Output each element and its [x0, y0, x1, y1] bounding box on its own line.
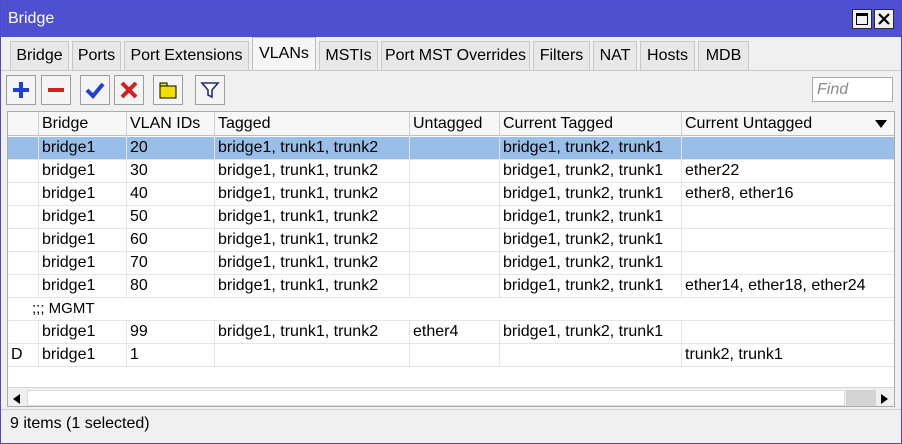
scroll-track[interactable]: [846, 390, 876, 406]
filter-button[interactable]: [195, 75, 225, 105]
vlan-table: Bridge/ VLAN IDs Tagged Untagged Current…: [7, 111, 895, 407]
cross-icon: [120, 81, 138, 99]
table-row[interactable]: D bridge1 1 trunk2, trunk1: [8, 344, 894, 367]
comment-icon: [159, 82, 177, 99]
table-row[interactable]: bridge1 70 bridge1, trunk1, trunk2 bridg…: [8, 252, 894, 275]
tab-ports[interactable]: Ports: [72, 41, 121, 71]
col-untagged[interactable]: Untagged: [410, 112, 500, 136]
toolbar: Find: [1, 71, 901, 109]
tab-vlans[interactable]: VLANs: [252, 37, 316, 71]
table-header: Bridge/ VLAN IDs Tagged Untagged Current…: [8, 112, 894, 136]
table-row[interactable]: bridge1 20 bridge1, trunk1, trunk2 bridg…: [8, 137, 894, 160]
maximize-icon: [856, 13, 868, 25]
table-row[interactable]: bridge1 99 bridge1, trunk1, trunk2 ether…: [8, 321, 894, 344]
minus-icon: [48, 88, 64, 92]
comment-row[interactable]: ;;; MGMT: [8, 298, 894, 321]
table-row[interactable]: bridge1 30 bridge1, trunk1, trunk2 bridg…: [8, 160, 894, 183]
title-bar[interactable]: Bridge: [1, 1, 901, 37]
table-row[interactable]: bridge1 80 bridge1, trunk1, trunk2 bridg…: [8, 275, 894, 298]
col-current-tagged[interactable]: Current Tagged: [500, 112, 682, 136]
maximize-button[interactable]: [852, 9, 872, 29]
scroll-left-icon[interactable]: [13, 394, 20, 404]
table-row[interactable]: bridge1 50 bridge1, trunk1, trunk2 bridg…: [8, 206, 894, 229]
col-tagged[interactable]: Tagged: [215, 112, 410, 136]
scroll-thumb[interactable]: [27, 390, 845, 406]
col-bridge[interactable]: Bridge/: [39, 112, 127, 136]
find-input[interactable]: Find: [812, 77, 893, 102]
table-row[interactable]: bridge1 60 bridge1, trunk1, trunk2 bridg…: [8, 229, 894, 252]
tab-nat[interactable]: NAT: [593, 41, 637, 71]
filter-icon: [200, 82, 220, 99]
col-flag[interactable]: [8, 112, 39, 136]
tab-filters[interactable]: Filters: [533, 41, 590, 71]
tab-port-mst-overrides[interactable]: Port MST Overrides: [381, 41, 530, 71]
tab-mdb[interactable]: MDB: [698, 41, 749, 71]
comment-button[interactable]: [153, 75, 183, 105]
item-count: 9 items (1 selected): [10, 415, 150, 432]
col-vlan-ids[interactable]: VLAN IDs: [127, 112, 215, 136]
close-icon: [878, 13, 890, 25]
scroll-right-icon[interactable]: [881, 394, 888, 404]
tab-bridge[interactable]: Bridge: [10, 41, 69, 71]
status-bar: 9 items (1 selected): [1, 409, 901, 443]
bridge-window: Bridge Bridge Ports Port Extensions VLAN…: [0, 0, 902, 444]
column-menu-icon[interactable]: [875, 120, 887, 128]
table-row[interactable]: bridge1 40 bridge1, trunk1, trunk2 bridg…: [8, 183, 894, 206]
check-icon: [85, 82, 105, 99]
tab-hosts[interactable]: Hosts: [640, 41, 695, 71]
enable-button[interactable]: [80, 75, 110, 105]
add-button[interactable]: [6, 75, 36, 105]
close-button[interactable]: [874, 9, 894, 29]
plus-icon: [13, 82, 29, 98]
window-title: Bridge: [8, 10, 55, 27]
col-current-untagged[interactable]: Current Untagged: [682, 112, 872, 136]
tab-mstis[interactable]: MSTIs: [319, 41, 378, 71]
disable-button[interactable]: [114, 75, 144, 105]
row-comment: ;;; MGMT: [32, 300, 95, 317]
remove-button[interactable]: [41, 75, 71, 105]
tab-port-extensions[interactable]: Port Extensions: [124, 41, 249, 71]
tab-strip: Bridge Ports Port Extensions VLANs MSTIs…: [1, 37, 901, 71]
horizontal-scrollbar[interactable]: [8, 387, 894, 406]
